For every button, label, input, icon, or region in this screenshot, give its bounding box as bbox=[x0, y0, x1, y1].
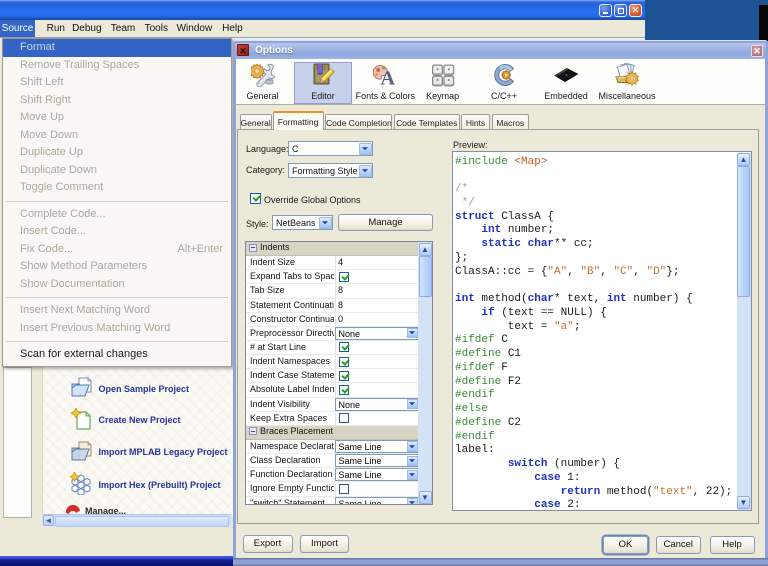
svg-text:A: A bbox=[381, 68, 396, 88]
